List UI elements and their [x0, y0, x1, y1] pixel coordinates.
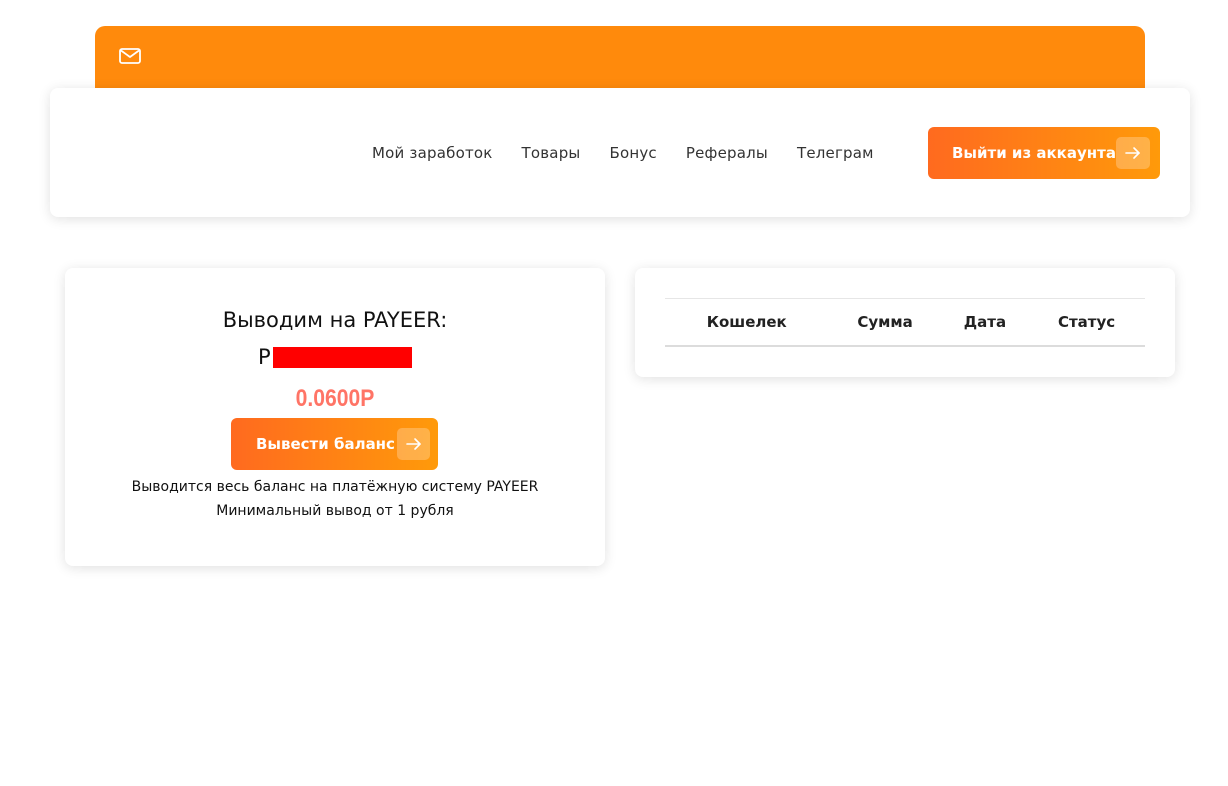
withdraw-note-minimum: Минимальный вывод от 1 рубля [216, 503, 454, 519]
withdraw-balance-button[interactable]: Вывести баланс [231, 418, 438, 470]
site-logo[interactable] [145, 138, 235, 168]
withdraw-note-full-balance: Выводится весь баланс на платёжную систе… [131, 479, 539, 495]
withdraw-history-card: Кошелек Сумма Дата Статус [635, 268, 1175, 377]
nav-item-referrals[interactable]: Рефералы [686, 144, 768, 162]
table-header-row: Кошелек Сумма Дата Статус [665, 298, 1145, 347]
column-header-status: Статус [1028, 298, 1145, 347]
arrow-right-icon [1116, 137, 1150, 169]
column-header-amount: Сумма [828, 298, 942, 347]
nav-item-telegram[interactable]: Телеграм [797, 144, 874, 162]
top-bar [95, 26, 1145, 92]
column-header-date: Дата [941, 298, 1029, 347]
main-navbar: Мой заработок Товары Бонус Рефералы Теле… [50, 88, 1190, 217]
logout-button[interactable]: Выйти из аккаунта [928, 127, 1160, 179]
nav-item-products[interactable]: Товары [522, 144, 581, 162]
wallet-prefix: P [258, 345, 271, 369]
nav-menu: Мой заработок Товары Бонус Рефералы Теле… [372, 144, 903, 162]
nav-item-my-earnings[interactable]: Мой заработок [372, 144, 493, 162]
page: Мой заработок Товары Бонус Рефералы Теле… [0, 0, 1228, 786]
balance-amount: 0.0600Р [295, 385, 375, 412]
nav-item-bonus[interactable]: Бонус [609, 144, 656, 162]
arrow-right-icon [397, 428, 430, 460]
wallet-redaction [272, 346, 412, 368]
withdraw-card: Выводим на PAYEER: P 0.0600Р Вывести бал… [65, 268, 605, 566]
wallet-number: P [258, 344, 412, 370]
column-header-wallet: Кошелек [665, 298, 829, 347]
logout-button-label: Выйти из аккаунта [952, 144, 1116, 162]
withdraw-title: Выводим на PAYEER: [222, 308, 448, 332]
withdraw-button-label: Вывести баланс [256, 435, 395, 453]
envelope-icon[interactable] [119, 48, 141, 64]
withdraw-history-table: Кошелек Сумма Дата Статус [665, 298, 1145, 347]
